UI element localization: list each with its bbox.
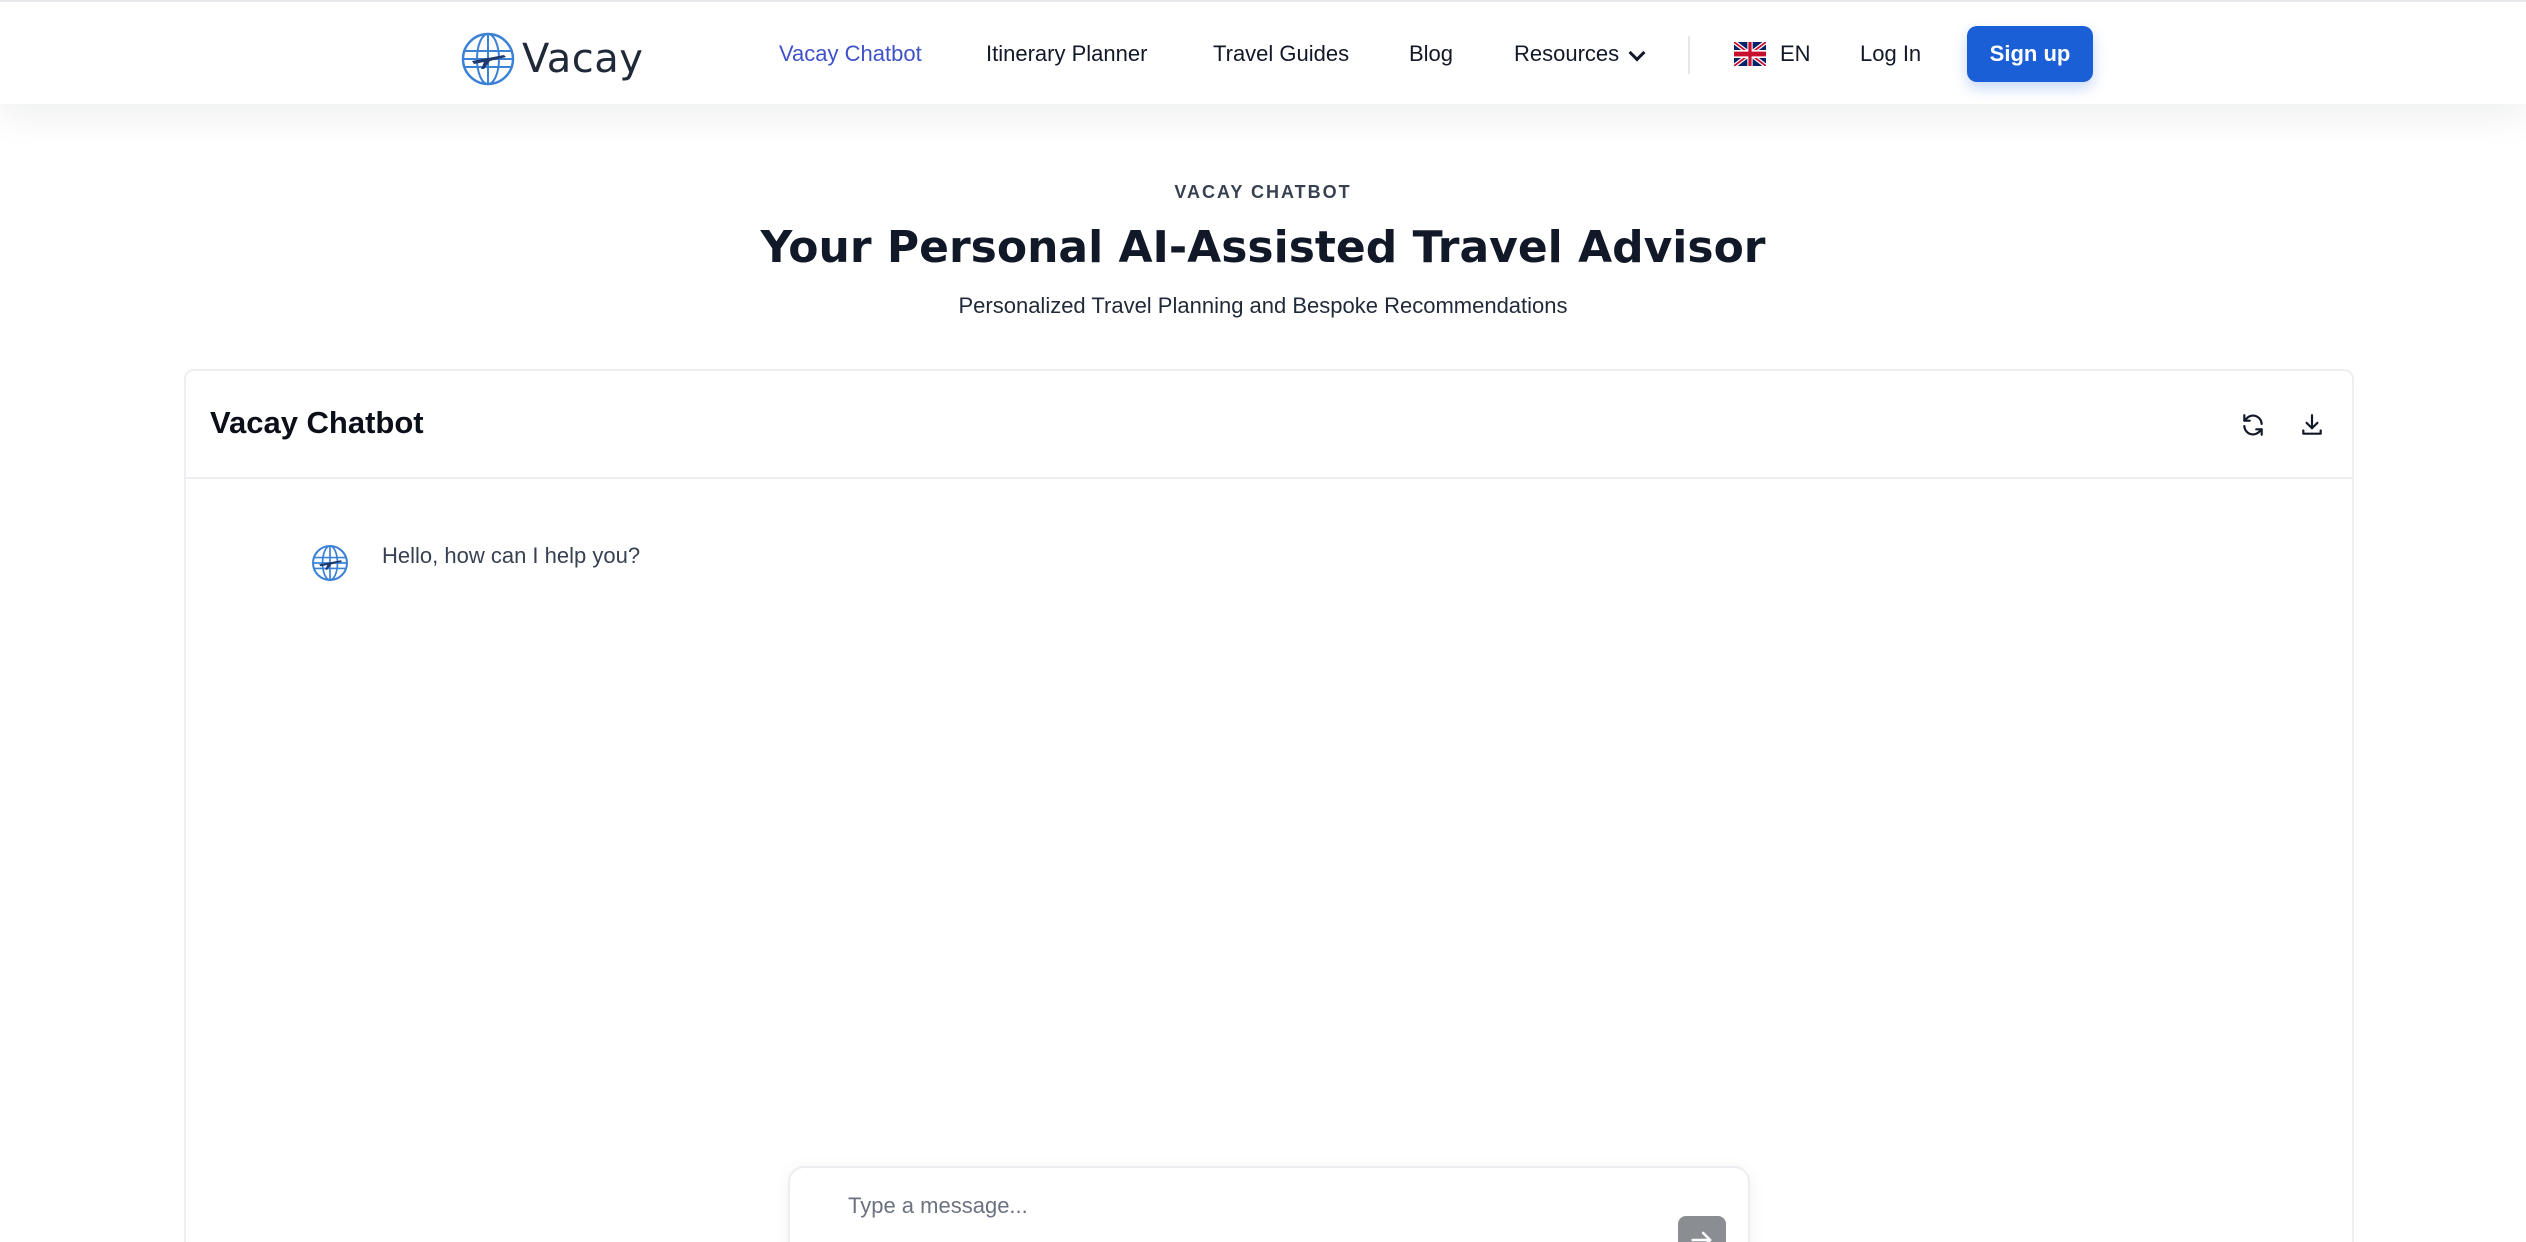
- chevron-down-icon: [1628, 44, 1646, 62]
- section-eyebrow: VACAY CHATBOT: [1174, 182, 1352, 202]
- chat-panel-header: Vacay Chatbot: [186, 371, 2352, 479]
- nav-vacay-chatbot[interactable]: Vacay Chatbot: [779, 32, 922, 76]
- nav-blog[interactable]: Blog: [1409, 32, 1453, 76]
- page-subtitle: Personalized Travel Planning and Bespoke…: [958, 293, 1568, 318]
- nav-travel-guides[interactable]: Travel Guides: [1213, 32, 1349, 76]
- refresh-icon: [2243, 414, 2263, 436]
- refresh-button[interactable]: [2235, 407, 2271, 443]
- login-link[interactable]: Log In: [1860, 32, 1921, 76]
- brand-name: Vacay: [522, 36, 644, 82]
- send-button[interactable]: [1678, 1216, 1726, 1242]
- globe-airplane-icon: [461, 32, 515, 86]
- nav-resources-label: Resources: [1514, 41, 1620, 66]
- globe-airplane-icon: [312, 545, 348, 581]
- chat-panel: Vacay Chatbot Hello, how can I help you?: [184, 369, 2354, 1242]
- message-composer: [788, 1166, 1750, 1242]
- download-icon: [2302, 414, 2322, 435]
- bot-message: Hello, how can I help you?: [382, 543, 641, 568]
- top-navigation: Vacay Vacay Chatbot Itinerary Planner Tr…: [0, 0, 2526, 104]
- chat-title: Vacay Chatbot: [210, 405, 424, 440]
- page-title: Your Personal AI-Assisted Travel Advisor: [760, 222, 1766, 273]
- download-button[interactable]: [2294, 407, 2330, 443]
- arrow-right-icon: [1691, 1231, 1712, 1242]
- message-input[interactable]: [848, 1188, 1608, 1224]
- brand-logo[interactable]: Vacay: [460, 30, 643, 88]
- nav-itinerary-planner[interactable]: Itinerary Planner: [986, 32, 1147, 76]
- nav-divider: [1688, 36, 1690, 74]
- language-code: EN: [1780, 41, 1811, 66]
- uk-flag-icon: [1734, 42, 1766, 66]
- signup-button[interactable]: Sign up: [1967, 26, 2093, 82]
- nav-resources[interactable]: Resources: [1514, 32, 1646, 76]
- language-selector[interactable]: EN: [1734, 32, 1811, 76]
